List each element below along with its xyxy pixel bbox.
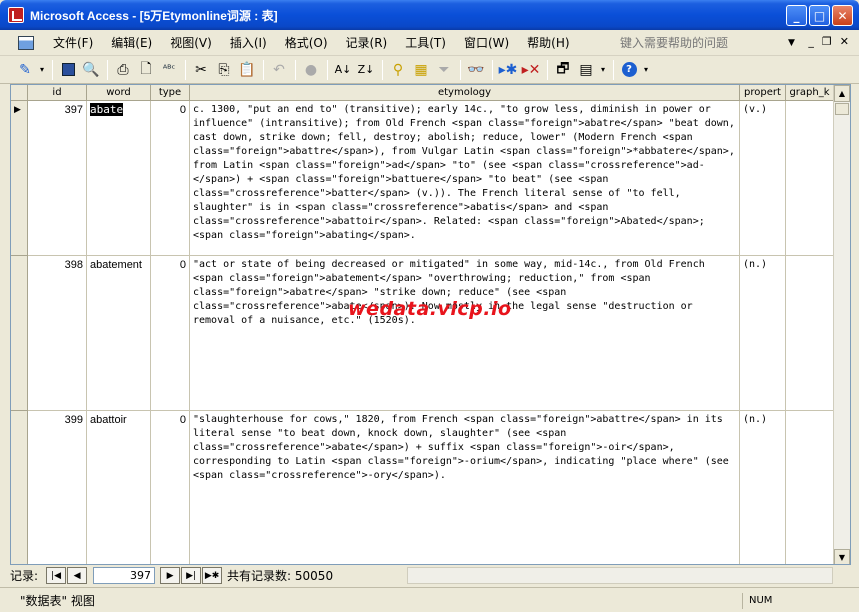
- menu-records[interactable]: 记录(R): [337, 33, 397, 53]
- last-record-button[interactable]: ▶|: [181, 567, 202, 584]
- find-icon[interactable]: 👓: [465, 59, 487, 81]
- mdi-minimize-button[interactable]: _: [808, 35, 814, 48]
- print-icon[interactable]: ⎙: [112, 59, 134, 81]
- search-file-icon[interactable]: 🔍: [80, 59, 102, 81]
- filter-by-form-icon[interactable]: ▦: [410, 59, 432, 81]
- datasheet-grid: id word type etymology propert graph_k ▶…: [10, 84, 851, 565]
- menu-view[interactable]: 视图(V): [161, 33, 221, 53]
- scroll-up-icon[interactable]: ▲: [834, 85, 850, 102]
- help-dropdown-icon[interactable]: ▼: [788, 34, 795, 52]
- column-header-etymology[interactable]: etymology: [190, 85, 740, 101]
- record-number-input[interactable]: 397: [93, 567, 156, 584]
- maximize-button[interactable]: □: [809, 5, 830, 26]
- menu-insert[interactable]: 插入(I): [221, 33, 276, 53]
- filter-by-selection-icon[interactable]: ⚲: [387, 59, 409, 81]
- cell-etymology[interactable]: c. 1300, "put an end to" (transitive); e…: [190, 101, 740, 256]
- menu-help[interactable]: 帮助(H): [518, 33, 578, 53]
- cell-etymology[interactable]: "act or state of being decreased or miti…: [190, 256, 740, 411]
- select-all-corner[interactable]: [11, 85, 28, 101]
- undo-icon[interactable]: ↶: [268, 59, 290, 81]
- cell-type[interactable]: 0: [151, 411, 190, 564]
- cell-property[interactable]: (v.): [740, 101, 786, 256]
- num-lock-indicator: NUM: [742, 593, 792, 609]
- scroll-thumb[interactable]: [835, 103, 849, 115]
- new-object-dropdown-icon[interactable]: ▾: [598, 59, 608, 81]
- cell-word[interactable]: abatement: [87, 256, 151, 411]
- menu-tools[interactable]: 工具(T): [396, 33, 455, 53]
- paste-icon[interactable]: 📋: [236, 59, 258, 81]
- window-title: Microsoft Access - [5万Etymonline词源 : 表]: [30, 8, 278, 23]
- status-bar: "数据表" 视图 NUM: [0, 587, 859, 612]
- close-button[interactable]: ✕: [832, 5, 853, 26]
- cell-word[interactable]: abate: [87, 101, 151, 256]
- mdi-close-button[interactable]: ✕: [840, 35, 849, 48]
- new-object-icon[interactable]: ▤: [575, 59, 597, 81]
- scroll-down-icon[interactable]: ▼: [834, 549, 850, 564]
- column-header-id[interactable]: id: [28, 85, 87, 101]
- cell-graph[interactable]: [786, 411, 834, 564]
- horizontal-scrollbar[interactable]: [407, 567, 833, 584]
- view-status-text: "数据表" 视图: [20, 594, 95, 608]
- copy-icon[interactable]: ⎘: [213, 59, 235, 81]
- toolbar: ✎ ▾ 🔍 ⎙ 🗋 ᴬᴮᶜ ✂ ⎘ 📋 ↶ ● A↓ Z↓ ⚲ ▦ ⏷ 👓 ▸✱…: [0, 56, 859, 84]
- next-record-button[interactable]: ▶: [160, 567, 181, 584]
- database-window-icon[interactable]: 🗗: [552, 59, 574, 81]
- previous-record-button[interactable]: ◀: [67, 567, 88, 584]
- help-question-input[interactable]: 键入需要帮助的问题: [620, 34, 800, 52]
- cell-word[interactable]: abattoir: [87, 411, 151, 564]
- cell-property[interactable]: (n.): [740, 411, 786, 564]
- sort-descending-icon[interactable]: Z↓: [355, 59, 377, 81]
- record-label: 记录:: [10, 569, 39, 583]
- total-records-text: 共有记录数: 50050: [227, 569, 334, 583]
- record-selector[interactable]: [11, 411, 28, 564]
- delete-record-icon[interactable]: ▸✕: [520, 59, 542, 81]
- record-selector[interactable]: ▶: [11, 101, 28, 256]
- cell-type[interactable]: 0: [151, 101, 190, 256]
- new-record-icon[interactable]: ▸✱: [497, 59, 519, 81]
- cell-property[interactable]: (n.): [740, 256, 786, 411]
- cell-graph[interactable]: [786, 256, 834, 411]
- print-preview-icon[interactable]: 🗋: [135, 59, 157, 81]
- record-navigator: 记录: |◀ ◀ 397 ▶ ▶| ▶✱ 共有记录数: 50050: [10, 566, 851, 585]
- view-design-icon[interactable]: ✎: [14, 59, 36, 81]
- access-app-icon[interactable]: [8, 7, 24, 23]
- cell-type[interactable]: 0: [151, 256, 190, 411]
- title-bar: Microsoft Access - [5万Etymonline词源 : 表] …: [0, 0, 859, 30]
- table-window-icon[interactable]: [18, 35, 34, 50]
- current-record-icon: ▶: [14, 105, 21, 115]
- menu-bar: 文件(F) 编辑(E) 视图(V) 插入(I) 格式(O) 记录(R) 工具(T…: [0, 30, 859, 56]
- watermark: wedata.vicp.io: [348, 298, 512, 320]
- first-record-button[interactable]: |◀: [46, 567, 67, 584]
- cell-id[interactable]: 397: [28, 101, 87, 256]
- menu-format[interactable]: 格式(O): [276, 33, 337, 53]
- apply-filter-icon[interactable]: ⏷: [433, 59, 455, 81]
- cell-graph[interactable]: [786, 101, 834, 256]
- minimize-button[interactable]: _: [786, 5, 807, 26]
- cell-id[interactable]: 399: [28, 411, 87, 564]
- column-header-graph[interactable]: graph_k: [786, 85, 834, 101]
- cut-icon[interactable]: ✂: [190, 59, 212, 81]
- cell-id[interactable]: 398: [28, 256, 87, 411]
- save-icon[interactable]: [57, 59, 79, 81]
- mdi-restore-button[interactable]: ❐: [822, 35, 832, 48]
- sort-ascending-icon[interactable]: A↓: [332, 59, 354, 81]
- column-header-word[interactable]: word: [87, 85, 151, 101]
- toolbar-options-icon[interactable]: ▾: [641, 59, 651, 81]
- menu-window[interactable]: 窗口(W): [455, 33, 518, 53]
- cell-etymology[interactable]: "slaughterhouse for cows," 1820, from Fr…: [190, 411, 740, 564]
- record-selector[interactable]: [11, 256, 28, 411]
- menu-file[interactable]: 文件(F): [44, 33, 102, 53]
- hyperlink-icon[interactable]: ●: [300, 59, 322, 81]
- spelling-icon[interactable]: ᴬᴮᶜ: [158, 59, 180, 81]
- column-header-type[interactable]: type: [151, 85, 190, 101]
- column-header-property[interactable]: propert: [740, 85, 786, 101]
- view-dropdown-icon[interactable]: ▾: [37, 59, 47, 81]
- menu-edit[interactable]: 编辑(E): [102, 33, 161, 53]
- selected-word-text[interactable]: abate: [90, 103, 124, 116]
- new-record-button[interactable]: ▶✱: [202, 567, 223, 584]
- help-icon[interactable]: ?: [618, 59, 640, 81]
- vertical-scrollbar[interactable]: ▲ ▼: [833, 85, 850, 564]
